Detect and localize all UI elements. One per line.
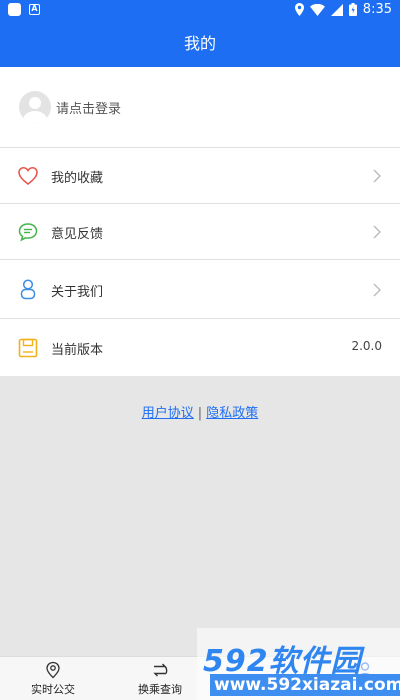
clock: 8:35 xyxy=(362,2,392,17)
transfer-arrows-icon xyxy=(153,663,168,677)
link-separator: | xyxy=(197,406,203,421)
tab-label: 换乘查询 xyxy=(138,683,182,696)
login-prompt: 请点击登录 xyxy=(56,102,122,117)
avatar xyxy=(19,91,51,123)
watermark-url: www.592xiazai.com xyxy=(210,674,400,696)
signal-icon xyxy=(330,3,343,16)
app-notification-icon xyxy=(8,3,21,16)
location-icon xyxy=(294,3,304,16)
floppy-icon xyxy=(18,338,38,358)
page-title: 我的 xyxy=(0,20,400,67)
menu-item-label: 当前版本 xyxy=(51,343,104,358)
a-notification-icon: A xyxy=(29,4,40,15)
menu-item-label: 我的收藏 xyxy=(51,171,104,186)
menu-item-favorites[interactable]: 我的收藏 xyxy=(0,148,400,204)
user-agreement-link[interactable]: 用户协议 xyxy=(142,406,194,421)
privacy-policy-link[interactable]: 隐私政策 xyxy=(206,406,258,421)
person-icon xyxy=(20,279,36,300)
menu-item-label: 关于我们 xyxy=(51,285,104,300)
chevron-right-icon xyxy=(373,225,381,239)
chevron-right-icon xyxy=(373,283,381,297)
battery-icon xyxy=(348,3,357,16)
chevron-right-icon xyxy=(373,169,381,183)
heart-icon xyxy=(18,167,38,185)
wifi-icon xyxy=(309,3,325,16)
chat-bubble-icon xyxy=(18,223,38,242)
menu-item-feedback[interactable]: 意见反馈 xyxy=(0,204,400,260)
status-bar: A 8:35 xyxy=(0,0,400,20)
menu-item-about-us[interactable]: 关于我们 xyxy=(0,260,400,319)
login-row[interactable]: 请点击登录 xyxy=(0,67,400,148)
legal-links: 用户协议 | 隐私政策 xyxy=(0,402,400,421)
tab-label: 实时公交 xyxy=(31,683,75,696)
menu-item-version: 当前版本 2.0.0 xyxy=(0,319,400,376)
tab-realtime-bus[interactable]: 实时公交 xyxy=(13,661,93,697)
menu-item-label: 意见反馈 xyxy=(51,227,104,242)
tab-transfer-query[interactable]: 换乘查询 xyxy=(120,661,200,697)
version-number: 2.0.0 xyxy=(351,339,382,353)
location-pin-icon xyxy=(46,661,60,679)
